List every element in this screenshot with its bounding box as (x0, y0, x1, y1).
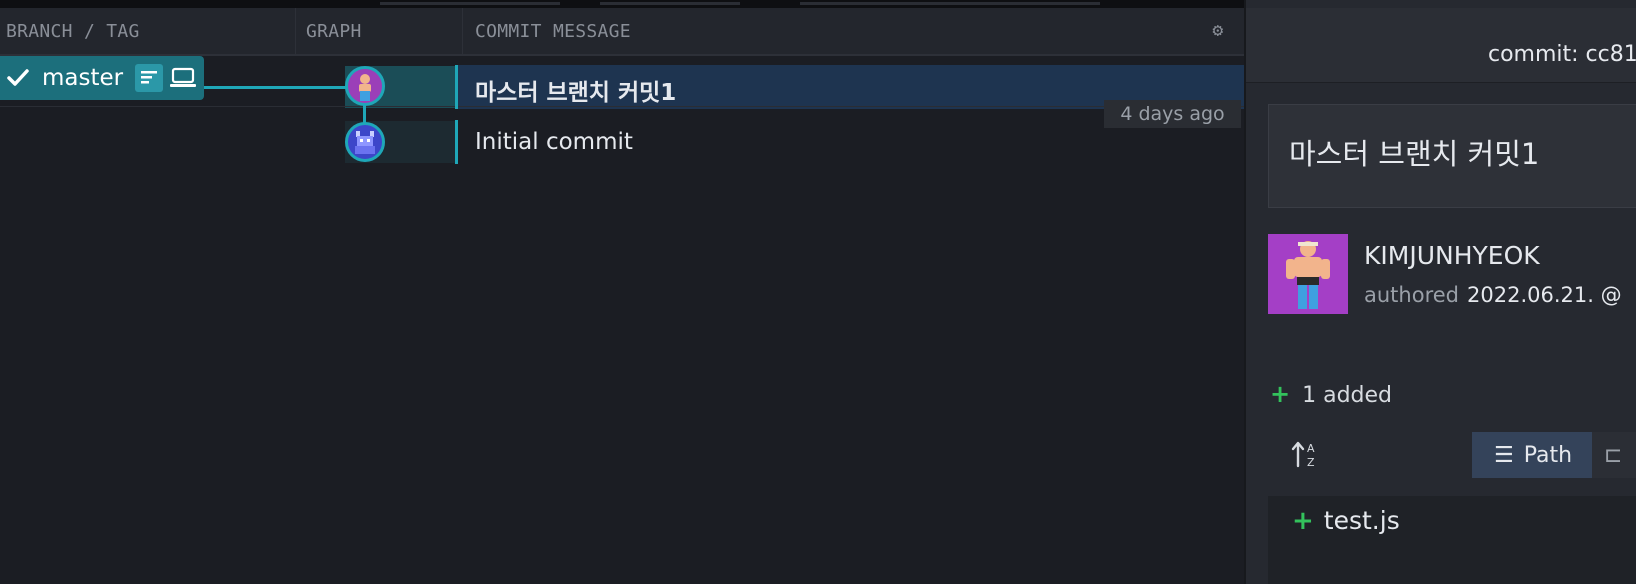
tree-icon: ⊏ (1604, 442, 1623, 468)
laptop-icon (169, 64, 197, 92)
file-name: test.js (1323, 506, 1400, 535)
added-summary-label: 1 added (1302, 383, 1393, 408)
svg-text:Z: Z (1307, 456, 1315, 469)
file-item[interactable]: + test.js (1292, 506, 1400, 536)
list-icon: ☰ (1494, 442, 1514, 468)
tree-view-button[interactable]: ⊏ (1592, 432, 1636, 478)
commit-message-box: 마스터 브랜치 커밋1 (1268, 104, 1636, 208)
svg-text:A: A (1307, 442, 1315, 455)
added-summary: +1 added (1270, 380, 1392, 408)
branch-connector-line (204, 86, 346, 89)
commit-node-avatar[interactable] (345, 66, 385, 106)
commit-message[interactable]: 마스터 브랜치 커밋1 (475, 73, 676, 107)
plus-icon: + (1292, 506, 1314, 536)
sort-az-icon[interactable]: A Z (1290, 438, 1322, 470)
column-header-branch-tag[interactable]: BRANCH / TAG (0, 8, 296, 54)
commit-hash-label[interactable]: commit: cc81 (1488, 42, 1636, 67)
details-header: commit: cc81 (1246, 8, 1636, 83)
commit-accent-bar (455, 65, 458, 109)
plus-icon: + (1270, 380, 1291, 408)
gear-icon[interactable]: ⚙ (1208, 21, 1228, 41)
authored-date: 2022.06.21. @ (1467, 283, 1622, 307)
list-tag-icon (135, 64, 164, 92)
path-view-label: Path (1523, 442, 1573, 468)
commit-date-tooltip: 4 days ago (1104, 100, 1241, 128)
check-icon (7, 69, 29, 86)
authored-label: authored (1364, 283, 1459, 307)
branch-pill-master[interactable]: master (0, 56, 204, 100)
branch-name: master (42, 65, 124, 91)
column-header-commit-message-label: COMMIT MESSAGE (475, 20, 631, 42)
commit-message-title: 마스터 브랜치 커밋1 (1289, 137, 1540, 171)
authored-info: authored 2022.06.21. @ (1364, 283, 1622, 307)
author-name: KIMJUNHYEOK (1364, 241, 1540, 270)
commit-accent-bar (455, 120, 458, 164)
column-header-graph[interactable]: GRAPH (296, 8, 463, 54)
commit-node-avatar[interactable] (345, 122, 385, 162)
author-avatar (1268, 234, 1348, 314)
column-header-commit-message[interactable]: COMMIT MESSAGE ⚙ (463, 8, 1244, 54)
commit-message[interactable]: Initial commit (475, 129, 633, 155)
commit-details-pane: commit: cc81 마스터 브랜치 커밋1 KIMJUNHYEOK aut… (1244, 0, 1636, 584)
path-view-button[interactable]: ☰ Path (1472, 432, 1592, 478)
